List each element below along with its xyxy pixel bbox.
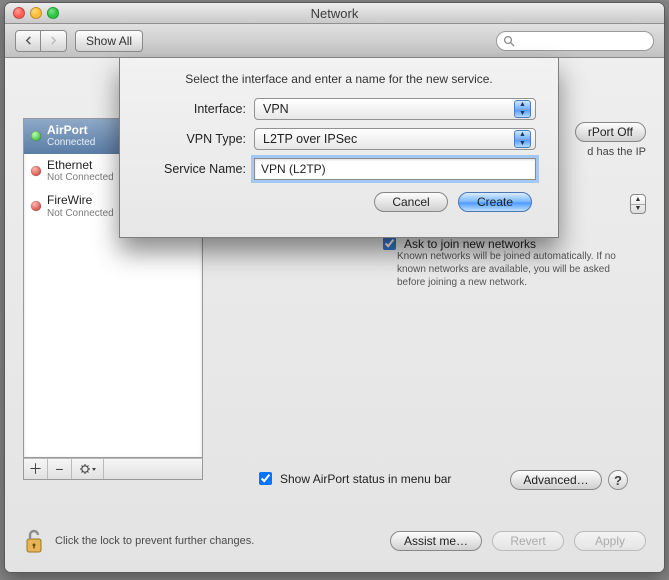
back-button[interactable] <box>15 30 41 52</box>
interface-label: Interface: <box>142 102 254 116</box>
network-window: Network Show All <box>4 2 665 573</box>
service-actions-button[interactable] <box>72 459 104 479</box>
interface-value: VPN <box>263 102 289 116</box>
popup-arrows-icon: ▲▼ <box>514 130 531 148</box>
vpn-type-value: L2TP over IPSec <box>263 132 357 146</box>
remove-service-button[interactable]: − <box>48 459 72 479</box>
status-dot-icon <box>31 131 41 141</box>
status-dot-icon <box>31 166 41 176</box>
create-button[interactable]: Create <box>458 192 532 212</box>
chevron-left-icon <box>24 36 33 45</box>
service-status: Connected <box>47 137 95 148</box>
search-icon <box>503 35 515 47</box>
sheet-prompt: Select the interface and enter a name fo… <box>142 72 536 86</box>
sidebar-tools: ＋ − <box>23 458 203 480</box>
service-name-input[interactable] <box>254 158 536 180</box>
service-name-label: Service Name: <box>142 162 254 176</box>
apply-button[interactable]: Apply <box>574 531 646 551</box>
status-text: d has the IP <box>587 146 646 158</box>
show-status-input[interactable] <box>259 472 272 485</box>
show-all-button[interactable]: Show All <box>75 30 143 52</box>
network-name-popup-end[interactable]: ▲▼ <box>630 194 646 214</box>
show-status-label: Show AirPort status in menu bar <box>280 472 451 486</box>
revert-button[interactable]: Revert <box>492 531 564 551</box>
close-icon[interactable] <box>13 7 25 19</box>
window-title: Network <box>311 6 359 21</box>
service-name: Ethernet <box>47 159 114 172</box>
ask-join-description: Known networks will be joined automatica… <box>397 250 633 289</box>
toolbar: Show All <box>5 24 664 58</box>
ask-join-label: Ask to join new networks <box>404 237 536 251</box>
advanced-button[interactable]: Advanced… <box>510 470 602 490</box>
lock-text: Click the lock to prevent further change… <box>55 535 254 547</box>
assist-me-button[interactable]: Assist me… <box>390 531 482 551</box>
popup-arrows-icon: ▲▼ <box>514 100 531 118</box>
minimize-icon[interactable] <box>30 7 42 19</box>
help-button[interactable]: ? <box>608 470 628 490</box>
add-service-button[interactable]: ＋ <box>24 459 48 479</box>
cancel-button[interactable]: Cancel <box>374 192 448 212</box>
service-status: Not Connected <box>47 208 114 219</box>
vpn-type-label: VPN Type: <box>142 132 254 146</box>
zoom-icon[interactable] <box>47 7 59 19</box>
footer: Click the lock to prevent further change… <box>5 510 664 572</box>
titlebar: Network <box>5 3 664 24</box>
service-status: Not Connected <box>47 172 114 183</box>
service-name: FireWire <box>47 194 114 207</box>
nav-segment <box>15 30 67 52</box>
status-dot-icon <box>31 201 41 211</box>
service-name: AirPort <box>47 124 95 137</box>
gear-icon <box>79 463 97 475</box>
search-input[interactable] <box>496 31 654 51</box>
turn-airport-off-button[interactable]: rPort Off <box>575 122 646 142</box>
chevron-right-icon <box>49 36 58 45</box>
lock-icon[interactable] <box>23 527 47 555</box>
new-service-sheet: Select the interface and enter a name fo… <box>119 58 559 238</box>
vpn-type-popup[interactable]: L2TP over IPSec ▲▼ <box>254 128 536 150</box>
show-status-checkbox[interactable]: Show AirPort status in menu bar <box>255 469 451 488</box>
interface-popup[interactable]: VPN ▲▼ <box>254 98 536 120</box>
ask-join-input[interactable] <box>383 237 396 250</box>
forward-button[interactable] <box>41 30 67 52</box>
